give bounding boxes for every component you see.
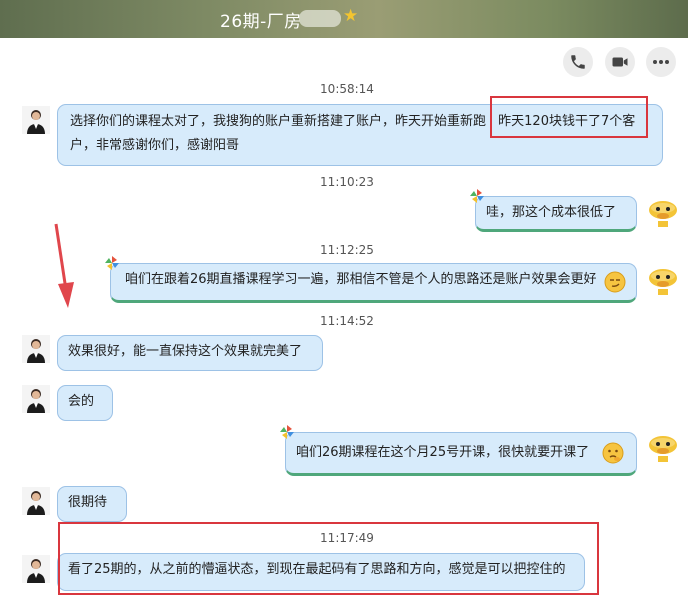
message-text: 会的: [68, 394, 95, 409]
video-button[interactable]: [605, 47, 635, 77]
pinwheel-icon: [470, 189, 484, 203]
message-text: 选择你们的课程太对了，我搜狗的账户重新搭建了账户，昨天开始重新跑: [70, 114, 487, 129]
message-bubble[interactable]: 效果很好，能一直保持这个效果就完美了: [57, 335, 323, 371]
self-avatar[interactable]: [646, 265, 680, 297]
self-avatar[interactable]: [646, 432, 680, 464]
highlight-box: [58, 522, 599, 595]
pinwheel-icon: [280, 425, 294, 439]
message-bubble[interactable]: 哇，那这个成本很低了: [470, 189, 637, 232]
timestamp: 11:12:25: [320, 243, 374, 257]
message-text: 咱们26期课程在这个月25号开课，很快就要开课了: [296, 445, 590, 460]
timestamp: 11:10:23: [320, 175, 374, 189]
chat-title: 26期-厂房: [220, 12, 302, 32]
message-text: 效果很好，能一直保持这个效果就完美了: [68, 344, 303, 359]
contact-avatar[interactable]: [22, 555, 50, 583]
video-icon: [612, 57, 628, 67]
message-bubble[interactable]: 会的: [57, 385, 113, 421]
star-icon[interactable]: ★: [343, 6, 358, 26]
more-button[interactable]: [646, 47, 676, 77]
red-arrow-annotation: [54, 223, 74, 308]
call-button[interactable]: [563, 47, 593, 77]
message-text: 很期待: [68, 495, 108, 510]
blurred-name: [299, 10, 341, 27]
message-text: 哇，那这个成本很低了: [486, 205, 617, 220]
message-text: 咱们在跟着26期直播课程学习一遍，那相信不管是个人的思路还是账户效果会更好: [125, 272, 597, 287]
more-icon: [653, 60, 669, 64]
contact-avatar[interactable]: [22, 487, 50, 515]
pinwheel-icon: [105, 256, 119, 270]
contact-avatar[interactable]: [22, 335, 50, 363]
timestamp: 10:58:14: [320, 82, 374, 96]
title-bar: 26期-厂房 ★: [0, 0, 688, 38]
self-avatar[interactable]: [646, 197, 680, 229]
timestamp: 11:14:52: [320, 314, 374, 328]
thinking-emoji-icon: [602, 442, 624, 464]
contact-avatar[interactable]: [22, 106, 50, 134]
contact-avatar[interactable]: [22, 385, 50, 413]
message-bubble[interactable]: 咱们26期课程在这个月25号开课，很快就要开课了: [280, 425, 637, 476]
smirk-emoji-icon: [604, 271, 626, 293]
phone-icon: [571, 55, 585, 69]
message-bubble[interactable]: 很期待: [57, 486, 127, 522]
highlight-box: [490, 96, 648, 138]
message-bubble[interactable]: 咱们在跟着26期直播课程学习一遍，那相信不管是个人的思路还是账户效果会更好: [105, 256, 637, 303]
